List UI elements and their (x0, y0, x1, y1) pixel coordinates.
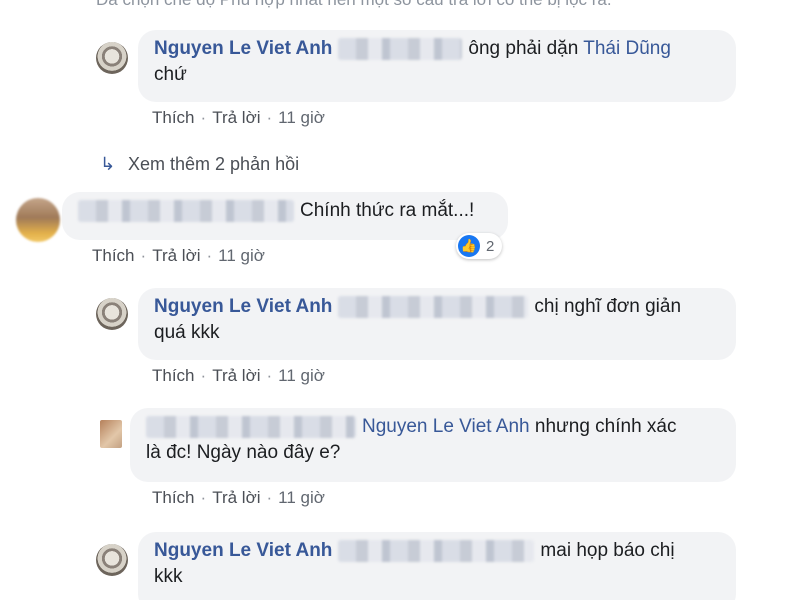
comment-bubble: Chính thức ra mắt...! (62, 192, 508, 240)
redacted-name (338, 539, 535, 562)
comment-text: kkk (154, 566, 183, 587)
comment-author[interactable]: Nguyen Le Viet Anh (154, 38, 332, 59)
avatar[interactable] (96, 298, 128, 330)
avatar[interactable] (96, 42, 128, 74)
avatar[interactable] (16, 198, 60, 242)
comment-author[interactable]: Nguyen Le Viet Anh (154, 296, 332, 317)
redacted-name (146, 415, 356, 438)
comment-actions: Thích · Trả lời · 11 giờ (92, 246, 265, 266)
comment-actions: Thích · Trả lời · 11 giờ (152, 488, 325, 508)
filter-notice: Đã chọn chế độ Phù hợp nhất nên một số c… (96, 0, 612, 10)
comment-text: Chính thức ra mắt...! (300, 200, 475, 221)
like-link[interactable]: Thích (152, 488, 195, 507)
comment-actions: Thích · Trả lời · 11 giờ (152, 366, 325, 386)
comment-text: nhưng chính xác (534, 416, 677, 437)
reply-link[interactable]: Trả lời (212, 108, 260, 127)
reply-link[interactable]: Trả lời (212, 366, 260, 385)
timestamp[interactable]: 11 giờ (278, 108, 325, 127)
comment-text: quá kkk (154, 322, 220, 343)
separator: · (200, 488, 207, 507)
comment-author[interactable]: Nguyen Le Viet Anh (154, 540, 332, 561)
comment-text: mai họp báo chị (540, 540, 675, 561)
timestamp[interactable]: 11 giờ (218, 246, 265, 265)
like-link[interactable]: Thích (92, 246, 135, 265)
timestamp[interactable]: 11 giờ (278, 366, 325, 385)
redacted-name (338, 295, 529, 318)
comment-bubble: Nguyen Le Viet Anh ông phải dặn Thái Dũng… (138, 30, 736, 102)
redacted-name (78, 199, 294, 222)
reply-link[interactable]: Trả lời (152, 246, 200, 265)
comment-text: chị nghĩ đơn giản (534, 296, 682, 317)
avatar[interactable] (96, 544, 128, 576)
reply-link[interactable]: Trả lời (212, 488, 260, 507)
like-link[interactable]: Thích (152, 108, 195, 127)
more-replies-link[interactable]: ↳ Xem thêm 2 phản hồi (100, 154, 299, 175)
separator: · (200, 108, 207, 127)
separator: · (266, 488, 273, 507)
more-replies-label: Xem thêm 2 phản hồi (128, 154, 300, 174)
mention-link[interactable]: Thái Dũng (583, 38, 671, 59)
separator: · (206, 246, 213, 265)
comment-text: là đc! Ngày nào đây e? (146, 442, 341, 463)
separator: · (140, 246, 147, 265)
comment-text: chứ (154, 64, 187, 85)
reply-arrow-icon: ↳ (100, 154, 116, 174)
comment-bubble: Nguyen Le Viet Anh nhưng chính xác là đc… (130, 408, 736, 482)
reaction-count: 2 (486, 237, 495, 255)
avatar[interactable] (100, 420, 122, 448)
comment-text: ông phải dặn (468, 38, 579, 59)
redacted-name (338, 37, 463, 60)
like-icon: 👍 (458, 235, 480, 257)
timestamp[interactable]: 11 giờ (278, 488, 325, 507)
reaction-badge[interactable]: 👍 2 (456, 233, 503, 259)
comment-bubble: Nguyen Le Viet Anh chị nghĩ đơn giản quá … (138, 288, 736, 360)
separator: · (266, 366, 273, 385)
like-link[interactable]: Thích (152, 366, 195, 385)
comment-actions: Thích · Trả lời · 11 giờ (152, 108, 325, 128)
mention-link[interactable]: Nguyen Le Viet Anh (362, 416, 530, 437)
separator: · (200, 366, 207, 385)
separator: · (266, 108, 273, 127)
comment-bubble: Nguyen Le Viet Anh mai họp báo chị kkk (138, 532, 736, 600)
